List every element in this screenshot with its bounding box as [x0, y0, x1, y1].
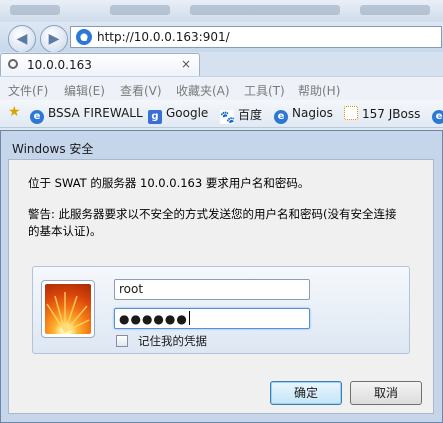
blurred-title-text	[110, 5, 170, 15]
back-arrow-icon: ◀	[16, 31, 28, 47]
forward-arrow-icon: ▶	[48, 31, 60, 47]
ie-page-icon: e	[30, 110, 44, 124]
favorite-label: 157 JBoss	[362, 107, 421, 121]
flower-avatar-icon	[45, 284, 91, 334]
menu-file[interactable]: 文件(F)	[8, 82, 48, 99]
password-field[interactable]: ●●●●●●	[114, 308, 310, 329]
loading-icon	[344, 106, 358, 120]
warning-line-1: 警告: 此服务器要求以不安全的方式发送您的用户名和密码(没有安全连接	[28, 207, 397, 221]
menu-view[interactable]: 查看(V)	[120, 82, 162, 99]
tab-active[interactable]: 10.0.0.163 ×	[0, 53, 200, 76]
remember-checkbox[interactable]	[116, 335, 128, 347]
username-field[interactable]: root	[114, 279, 310, 300]
back-button[interactable]: ◀	[8, 25, 36, 53]
address-url: http://10.0.0.163:901/	[97, 30, 230, 44]
favorite-jboss[interactable]: 157 JBoss	[344, 106, 420, 121]
favorite-nagios[interactable]: e Nagios	[274, 106, 333, 124]
favorites-bar: ★ e BSSA FIREWALL g Google 🐾 百度 e Nagios 157…	[0, 100, 443, 128]
favorite-bssa-firewall[interactable]: e BSSA FIREWALL	[30, 106, 143, 124]
google-icon: g	[148, 110, 162, 124]
user-avatar	[41, 280, 95, 338]
blurred-title-text	[190, 5, 340, 15]
menu-edit[interactable]: 编辑(E)	[64, 82, 105, 99]
favorite-label: Google	[166, 106, 209, 120]
loading-icon	[8, 59, 18, 69]
password-mask: ●●●●●●	[119, 312, 188, 326]
auth-message: 位于 SWAT 的服务器 10.0.0.163 要求用户名和密码。	[28, 176, 310, 190]
remember-label: 记住我的凭据	[138, 334, 207, 348]
menu-favorites[interactable]: 收藏夹(A)	[176, 82, 230, 99]
tab-title: 10.0.0.163	[27, 58, 92, 72]
ok-button[interactable]: 确定	[270, 381, 342, 405]
cancel-button[interactable]: 取消	[350, 381, 422, 405]
ie-page-icon[interactable]: e	[432, 106, 443, 124]
ie-page-icon: e	[274, 110, 288, 124]
text-caret	[188, 311, 190, 325]
favorite-google[interactable]: g Google	[148, 106, 208, 124]
menu-bar: 文件(F) 编辑(E) 查看(V) 收藏夹(A) 工具(T) 帮助(H)	[0, 76, 443, 100]
forward-button[interactable]: ▶	[40, 25, 68, 53]
ie-page-icon: e	[76, 29, 92, 45]
menu-tools[interactable]: 工具(T)	[244, 82, 285, 99]
address-bar[interactable]: e http://10.0.0.163:901/	[70, 26, 442, 48]
favorite-baidu[interactable]: 🐾 百度	[220, 106, 262, 124]
blurred-title-text	[10, 5, 60, 15]
favorite-label: 百度	[238, 108, 263, 122]
dialog-title: Windows 安全	[12, 142, 94, 156]
browser-title-bar	[0, 0, 443, 22]
favorite-label: Nagios	[292, 106, 333, 120]
warning-line-2: 的基本认证)。	[28, 224, 102, 238]
favorites-star-icon[interactable]: ★	[8, 104, 21, 120]
menu-help[interactable]: 帮助(H)	[298, 82, 340, 99]
baidu-paw-icon: 🐾	[220, 110, 235, 124]
tab-close-icon[interactable]: ×	[181, 57, 191, 71]
blurred-title-text	[360, 5, 430, 15]
favorite-label: BSSA FIREWALL	[48, 106, 143, 120]
username-value: root	[119, 282, 144, 296]
